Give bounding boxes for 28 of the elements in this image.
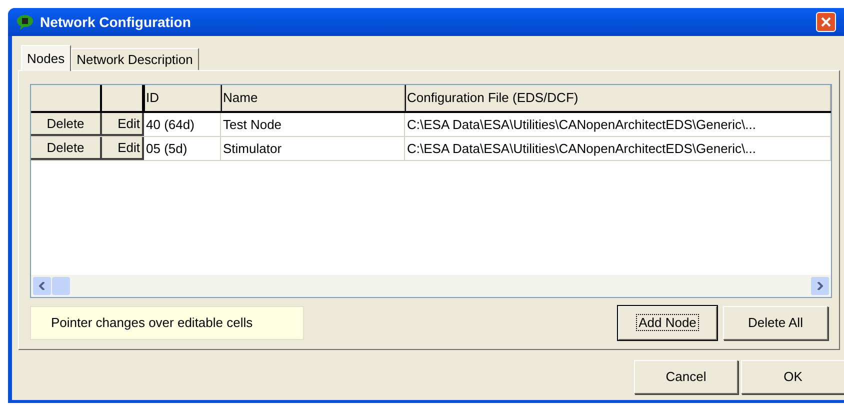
scroll-thumb[interactable] — [52, 277, 70, 295]
table-cell: Stimulator — [221, 137, 405, 160]
scroll-right-button[interactable] — [811, 277, 829, 295]
edit-button[interactable]: Edit — [102, 113, 144, 136]
table-cell: 05 (5d) — [144, 137, 221, 160]
column-header: Configuration File (EDS/DCF) — [405, 85, 831, 111]
tab[interactable]: Network Description — [70, 48, 199, 70]
hint-label: Pointer changes over editable cells — [30, 306, 304, 340]
scroll-left-button[interactable] — [33, 277, 51, 295]
column-header: Name — [221, 85, 405, 111]
table-cell: Test Node — [221, 113, 405, 136]
close-button[interactable] — [816, 12, 836, 32]
app-icon — [16, 14, 34, 30]
window-title: Network Configuration — [40, 12, 191, 32]
dialog-button[interactable]: OK — [741, 360, 844, 394]
close-icon — [821, 17, 831, 27]
column-header: ID — [144, 85, 221, 111]
table-cell: C:\ESA Data\ESA\Utilities\CANopenArchitectEDS\Generic\... — [405, 113, 831, 136]
panel-button[interactable]: Delete All — [723, 306, 828, 340]
tab[interactable]: Nodes — [21, 45, 71, 71]
table-cell: C:\ESA Data\ESA\Utilities\CANopenArchitectEDS\Generic\... — [405, 137, 831, 160]
table-cell: 40 (64d) — [144, 113, 221, 136]
edit-button[interactable]: Edit — [102, 137, 144, 160]
panel-button[interactable]: Add Node — [618, 306, 717, 340]
delete-button[interactable]: Delete — [31, 137, 102, 160]
delete-button[interactable]: Delete — [31, 113, 102, 136]
horizontal-scrollbar[interactable] — [31, 275, 831, 297]
dialog-button[interactable]: Cancel — [634, 360, 738, 394]
